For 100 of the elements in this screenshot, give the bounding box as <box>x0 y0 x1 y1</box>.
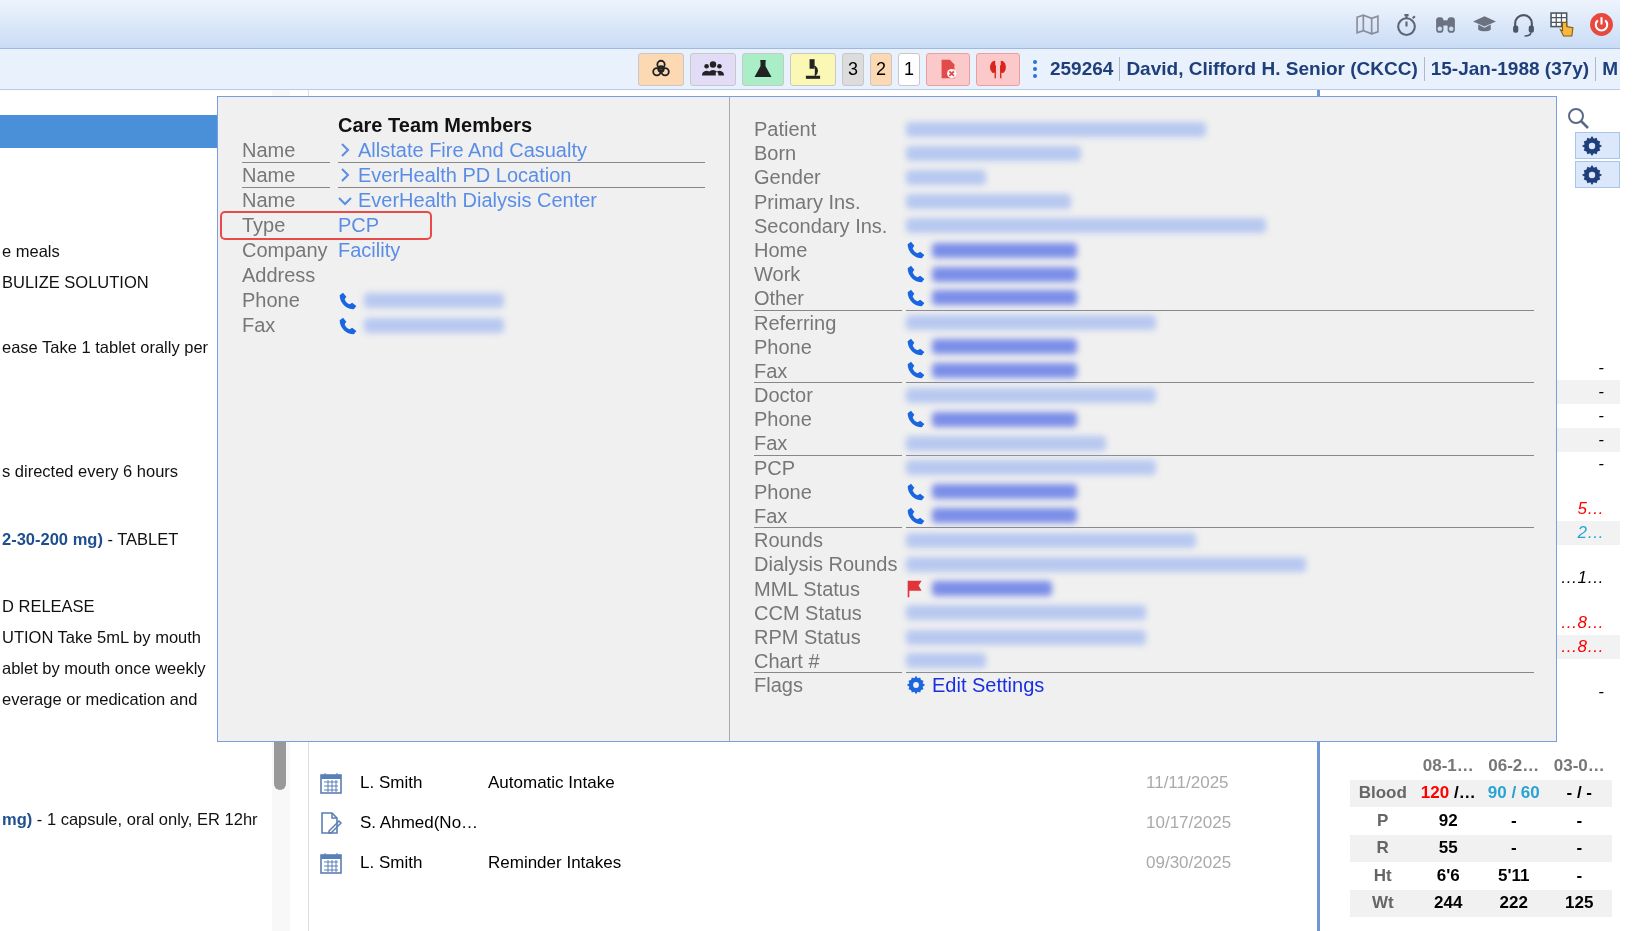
vital-label: Ht <box>1372 865 1393 886</box>
field-label: Phone <box>754 335 812 358</box>
stopwatch-icon[interactable] <box>1394 11 1419 37</box>
phone-icon[interactable] <box>338 290 358 311</box>
patient-name: David, Clifford H. Senior (CKCC) <box>1126 58 1418 80</box>
patient-dob: 15-Jan-1988 (37y) <box>1430 58 1590 80</box>
column-header: 08-1… <box>1421 755 1475 776</box>
phone-icon[interactable] <box>906 264 926 285</box>
field-label: Doctor <box>754 384 813 407</box>
medication-text: 2-30-200 mg) - TABLET <box>2 529 179 550</box>
field-label: MML Status <box>754 577 860 600</box>
phone-icon[interactable] <box>338 315 358 336</box>
count-badge[interactable]: 2 <box>870 52 892 86</box>
vital-value: - / - <box>1566 783 1592 803</box>
vital-value: /… <box>1452 783 1476 803</box>
field-label: Name <box>242 189 296 211</box>
field-label: Primary Ins. <box>754 190 861 213</box>
field-label: Name <box>242 139 296 161</box>
reading-value: - <box>1598 454 1604 474</box>
flask-badge[interactable] <box>742 52 784 86</box>
field-label: Phone <box>754 408 812 431</box>
vital-value: 92 <box>1438 810 1458 830</box>
chevron-right-icon[interactable] <box>338 168 352 182</box>
field-label: Referring <box>754 311 837 334</box>
calendar-icon <box>319 851 343 875</box>
settings-button[interactable] <box>1575 161 1620 188</box>
field-value: Facility <box>338 239 401 262</box>
biohazard-badge[interactable] <box>638 52 684 86</box>
activity-date: 10/17/2025 <box>1146 813 1232 833</box>
patient-gender: M <box>1602 58 1618 80</box>
phone-icon[interactable] <box>906 287 926 308</box>
phone-icon[interactable] <box>906 505 926 526</box>
kidneys-badge[interactable] <box>976 52 1020 86</box>
field-label: Dialysis Rounds <box>754 553 898 576</box>
reading-value: …1… <box>1560 568 1604 588</box>
phone-icon[interactable] <box>906 240 926 261</box>
count-badge[interactable]: 3 <box>842 52 864 86</box>
medication-text: ease Take 1 tablet orally per <box>2 337 209 358</box>
reading-value: - <box>1598 358 1604 378</box>
power-icon[interactable] <box>1589 11 1614 37</box>
field-label: Patient <box>754 118 817 140</box>
kebab-menu-icon[interactable] <box>1032 59 1038 79</box>
field-label: Fax <box>754 432 788 455</box>
vital-label: Wt <box>1370 893 1395 914</box>
document-x-badge[interactable] <box>926 52 970 86</box>
field-label: Phone <box>754 480 812 503</box>
medication-text: D RELEASE <box>2 596 95 617</box>
phone-icon[interactable] <box>906 409 926 430</box>
document-pen-icon <box>319 811 343 835</box>
vital-value: 222 <box>1499 893 1528 913</box>
medication-text: s directed every 6 hours <box>2 461 179 482</box>
reading-value: 5… <box>1577 499 1604 519</box>
author-name: S. Ahmed(No… <box>360 813 480 833</box>
field-label: Fax <box>242 314 276 336</box>
phone-icon[interactable] <box>906 360 926 381</box>
search-icon[interactable] <box>1566 106 1590 130</box>
edit-settings-link[interactable]: Edit Settings <box>932 673 1045 697</box>
vital-label: Blood <box>1357 783 1408 804</box>
reading-value: - <box>1598 682 1604 702</box>
vital-label: P <box>1376 810 1390 831</box>
count-badge[interactable]: 1 <box>898 52 920 86</box>
chevron-right-icon[interactable] <box>338 143 352 157</box>
field-label: Home <box>754 238 808 261</box>
care-team-badge[interactable] <box>690 52 736 86</box>
phone-icon[interactable] <box>906 336 926 357</box>
chart-number: 259264 <box>1050 58 1114 80</box>
field-label: RPM Status <box>754 625 861 648</box>
activity-date: 09/30/2025 <box>1146 853 1232 873</box>
reading-value: 2… <box>1577 523 1604 543</box>
vital-value: - <box>1576 838 1583 858</box>
field-label: Born <box>754 142 797 165</box>
vital-label: R <box>1375 838 1390 859</box>
field-label: PCP <box>754 456 796 479</box>
vital-value: - <box>1576 865 1583 885</box>
reading-value: - <box>1598 382 1604 402</box>
field-value: PCP <box>338 214 380 237</box>
gear-icon <box>1581 163 1603 186</box>
headset-icon[interactable] <box>1511 11 1536 37</box>
gear-icon[interactable] <box>906 675 926 696</box>
column-header: 06-2… <box>1487 755 1541 776</box>
microscope-badge[interactable] <box>790 52 836 86</box>
intake-type: Reminder Intakes <box>488 853 622 872</box>
column-header: 03-0… <box>1552 755 1606 776</box>
reading-value: …8… <box>1560 613 1604 633</box>
map-icon[interactable] <box>1355 11 1380 37</box>
field-label: Fax <box>754 359 788 382</box>
settings-button[interactable] <box>1575 132 1620 159</box>
field-label: Fax <box>754 505 788 527</box>
popup-title: Care Team Members <box>338 113 534 137</box>
medication-text: ablet by mouth once weekly <box>2 658 206 679</box>
grid-hand-icon[interactable] <box>1550 11 1575 37</box>
medication-text: UTION Take 5mL by mouth <box>2 627 201 648</box>
medication-text: e meals <box>2 241 60 262</box>
reading-value: - <box>1598 406 1604 426</box>
phone-icon[interactable] <box>906 481 926 502</box>
field-label: Phone <box>242 289 300 311</box>
medication-text: BULIZE SOLUTION <box>2 272 149 293</box>
field-label: Flags <box>754 674 803 697</box>
calendar-icon <box>319 771 343 795</box>
reading-value: - <box>1598 430 1604 450</box>
